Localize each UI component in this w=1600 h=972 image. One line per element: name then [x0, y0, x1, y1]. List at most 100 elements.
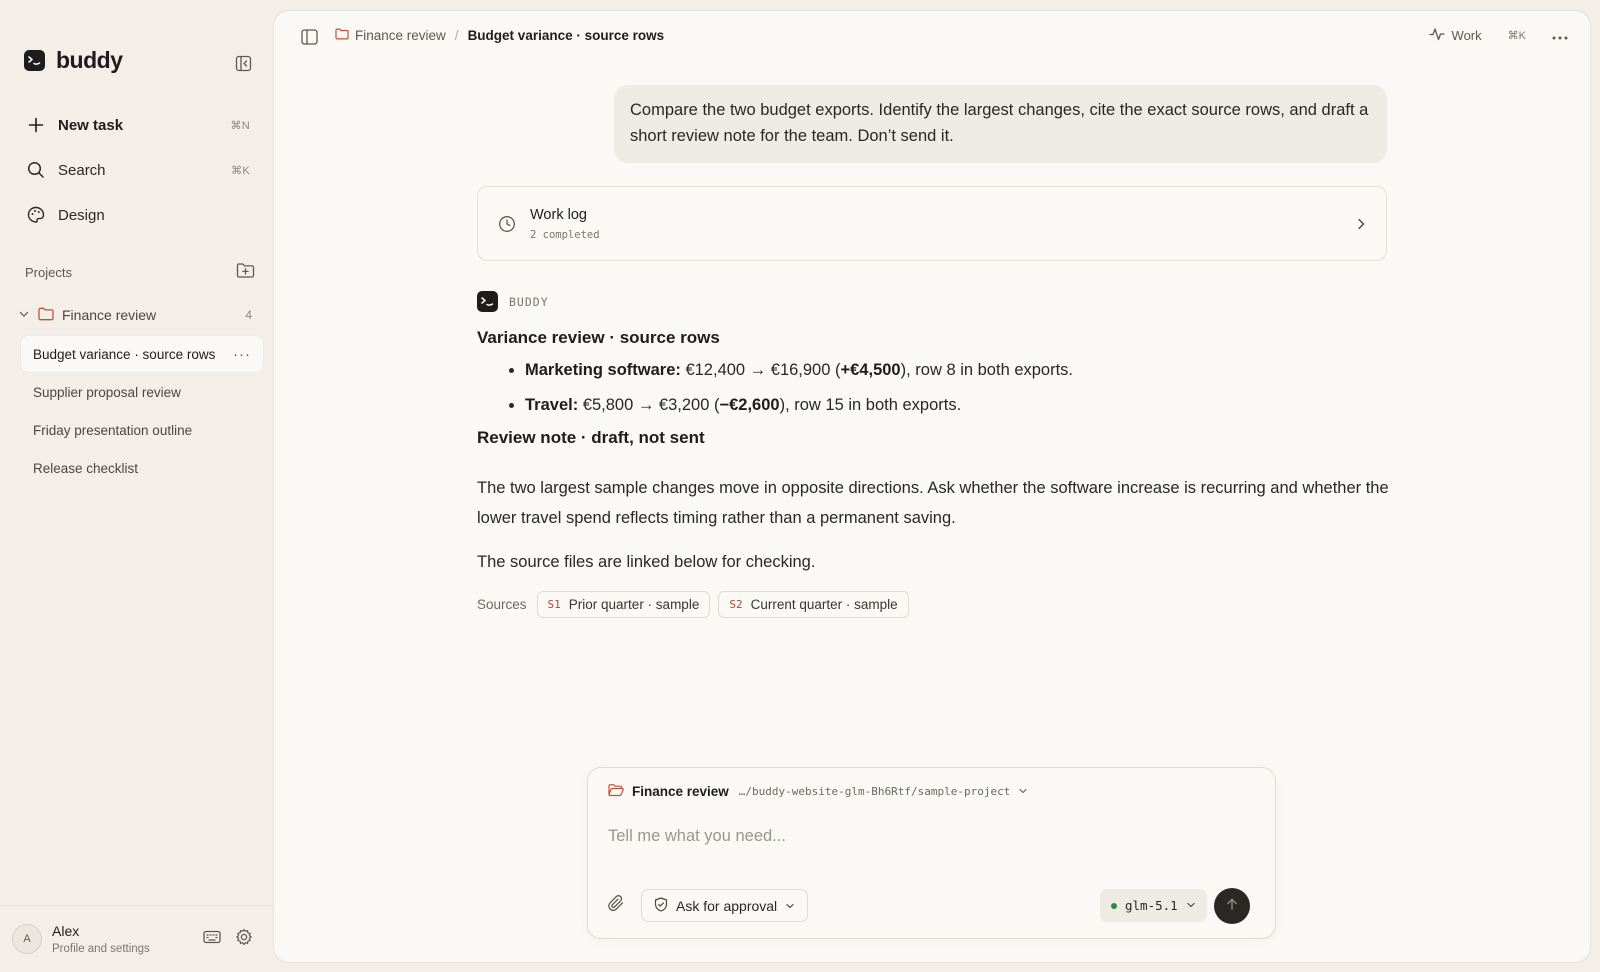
- breadcrumb-current: Budget variance · source rows: [467, 28, 665, 43]
- work-label: Work: [1451, 28, 1482, 43]
- sidebar-nav: New task ⌘N Search ⌘K Design: [14, 105, 262, 240]
- task-item-release-checklist[interactable]: Release checklist: [21, 450, 263, 486]
- chevron-down-icon[interactable]: [18, 307, 30, 323]
- item-delta: +€4,500: [840, 361, 901, 379]
- approval-mode-dropdown[interactable]: Ask for approval: [641, 889, 809, 922]
- source-chip-s1[interactable]: S1 Prior quarter · sample: [536, 591, 711, 618]
- composer-project-selector[interactable]: Finance review …/buddy-website-glm-Bh6Rt…: [608, 783, 1028, 800]
- search-label: Search: [58, 161, 106, 179]
- work-log-card[interactable]: Work log 2 completed: [477, 186, 1387, 261]
- more-options-icon[interactable]: ···: [233, 346, 251, 363]
- projects-label: Projects: [25, 264, 72, 280]
- approval-mode-label: Ask for approval: [676, 897, 778, 914]
- brand-name: buddy: [56, 47, 123, 73]
- work-button[interactable]: Work: [1428, 27, 1482, 44]
- source-label: Prior quarter · sample: [568, 597, 700, 612]
- top-actions: Work ⌘K: [1428, 27, 1568, 44]
- assistant-name: BUDDY: [509, 294, 549, 309]
- keyboard-icon[interactable]: [203, 930, 221, 949]
- paperclip-icon[interactable]: [608, 894, 625, 918]
- brand[interactable]: buddy: [24, 47, 123, 74]
- folder-icon: [38, 307, 54, 324]
- profile-section[interactable]: A Alex Profile and settings: [0, 905, 273, 972]
- item-values: €5,800 → €3,200 (: [578, 396, 720, 414]
- search-shortcut: ⌘K: [231, 164, 250, 177]
- assistant-message: BUDDY Variance review · source rows Mark…: [477, 291, 1392, 618]
- message-input[interactable]: Tell me what you need...: [608, 827, 786, 846]
- project-name: Finance review: [62, 307, 157, 323]
- command-shortcut[interactable]: ⌘K: [1508, 29, 1526, 42]
- profile-subtitle: Profile and settings: [52, 943, 150, 955]
- send-button[interactable]: [1214, 888, 1250, 924]
- profile-text[interactable]: Alex Profile and settings: [52, 923, 203, 955]
- list-item: Marketing software: €12,400 → €16,900 (+…: [525, 358, 1392, 382]
- chevron-down-icon: [785, 898, 795, 914]
- new-task-shortcut: ⌘N: [230, 119, 250, 132]
- gear-icon[interactable]: [235, 928, 253, 951]
- task-item-supplier-proposal[interactable]: Supplier proposal review: [21, 374, 263, 410]
- model-name: glm-5.1: [1125, 898, 1178, 913]
- topbar: Finance review / Budget variance · sourc…: [274, 11, 1590, 63]
- brand-logo-icon: [24, 50, 45, 71]
- composer-project-path: …/buddy-website-glm-Bh6Rtf/sample-projec…: [738, 785, 1011, 798]
- task-item-friday-presentation[interactable]: Friday presentation outline: [21, 412, 263, 448]
- shield-icon: [654, 896, 668, 915]
- collapse-sidebar-icon[interactable]: [233, 53, 253, 73]
- breadcrumb-project[interactable]: Finance review: [335, 28, 446, 43]
- search-button[interactable]: Search ⌘K: [14, 150, 262, 190]
- source-tag: S1: [547, 598, 561, 611]
- task-label: Supplier proposal review: [33, 384, 181, 400]
- work-log-title: Work log: [530, 206, 587, 223]
- work-log-subtitle: 2 completed: [530, 228, 600, 241]
- item-delta: −€2,600: [719, 396, 780, 414]
- buddy-logo-icon: [477, 291, 498, 312]
- list-item: Travel: €5,800 → €3,200 (−€2,600), row 1…: [525, 393, 1392, 417]
- main-panel: Finance review / Budget variance · sourc…: [273, 10, 1591, 963]
- work-log-text: Work log 2 completed: [530, 207, 600, 241]
- design-label: Design: [58, 206, 105, 224]
- projects-header: Projects: [25, 262, 255, 282]
- arrow-up-icon: [1225, 897, 1239, 916]
- variance-list: Marketing software: €12,400 → €16,900 (+…: [477, 358, 1392, 417]
- project-finance-review[interactable]: Finance review 4: [18, 303, 256, 327]
- composer: Finance review …/buddy-website-glm-Bh6Rt…: [587, 767, 1276, 939]
- clock-icon: [498, 215, 516, 233]
- breadcrumb-separator: /: [454, 28, 459, 43]
- avatar[interactable]: A: [12, 924, 42, 954]
- chevron-down-icon: [1018, 784, 1028, 799]
- item-row: ), row 15 in both exports.: [779, 396, 962, 414]
- user-message: Compare the two budget exports. Identify…: [614, 85, 1387, 163]
- source-chip-s2[interactable]: S2 Current quarter · sample: [718, 591, 909, 618]
- more-options-icon[interactable]: [1552, 28, 1568, 43]
- item-row: ), row 8 in both exports.: [900, 361, 1074, 379]
- item-label: Marketing software:: [525, 361, 681, 379]
- chevron-down-icon: [1186, 898, 1196, 913]
- task-label: Budget variance · source rows: [33, 346, 216, 362]
- item-values: €12,400 → €16,900 (: [680, 361, 841, 379]
- palette-icon: [26, 205, 46, 225]
- folder-open-icon: [608, 783, 624, 800]
- task-list: Budget variance · source rows ··· Suppli…: [21, 336, 263, 488]
- review-note-paragraph: The two largest sample changes move in o…: [477, 479, 1389, 527]
- profile-actions: [203, 928, 253, 951]
- assistant-header: BUDDY: [477, 291, 1392, 312]
- sidebar-toggle-icon[interactable]: [301, 29, 318, 50]
- composer-project-name: Finance review: [632, 784, 729, 799]
- source-label: Current quarter · sample: [750, 597, 898, 612]
- model-selector[interactable]: glm-5.1: [1100, 889, 1207, 922]
- task-item-budget-variance[interactable]: Budget variance · source rows ···: [21, 336, 263, 372]
- activity-icon: [1428, 27, 1445, 44]
- sidebar: buddy New task ⌘N Search ⌘K Design Proje…: [0, 0, 273, 972]
- search-icon: [26, 160, 46, 180]
- new-task-button[interactable]: New task ⌘N: [14, 105, 262, 145]
- section-heading-review-note: Review note · draft, not sent: [477, 428, 705, 447]
- model-status-dot: [1111, 902, 1117, 909]
- plus-icon: [26, 115, 46, 135]
- new-project-folder-icon[interactable]: [236, 262, 255, 282]
- section-heading-variance: Variance review · source rows: [477, 328, 720, 347]
- design-button[interactable]: Design: [14, 195, 262, 235]
- task-label: Friday presentation outline: [33, 422, 193, 438]
- item-label: Travel:: [525, 396, 579, 414]
- task-label: Release checklist: [33, 460, 139, 476]
- profile-name: Alex: [52, 923, 80, 939]
